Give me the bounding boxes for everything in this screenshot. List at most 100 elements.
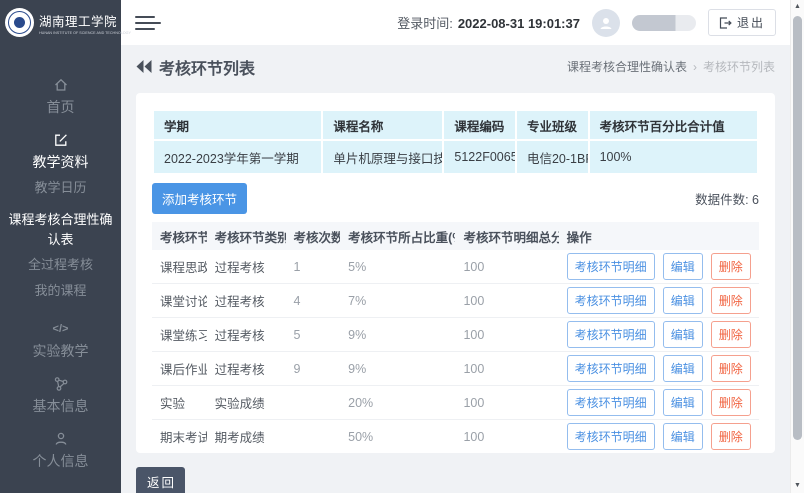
sidebar-item-label: 个人信息 [0, 451, 121, 471]
cell-count [286, 420, 341, 454]
sidebar-item-personal-info[interactable]: 个人信息 [0, 431, 121, 471]
cell-total: 100 [455, 420, 558, 454]
home-icon [0, 77, 121, 93]
cell-category: 过程考核 [207, 318, 286, 352]
delete-button[interactable]: 删除 [711, 423, 751, 450]
hamburger-menu-icon[interactable] [135, 8, 161, 38]
delete-button[interactable]: 删除 [711, 287, 751, 314]
add-assessment-button[interactable]: 添加考核环节 [152, 183, 247, 214]
col-actions: 操作 [559, 222, 759, 250]
col-name: 考核环节 [152, 222, 207, 250]
info-header-class: 专业班级 [516, 110, 589, 140]
edit-button[interactable]: 编辑 [663, 321, 703, 348]
edit-button[interactable]: 编辑 [663, 423, 703, 450]
detail-button[interactable]: 考核环节明细 [567, 423, 655, 450]
cell-category: 过程考核 [207, 352, 286, 386]
cell-name: 课后作业 [152, 352, 207, 386]
delete-button[interactable]: 删除 [711, 253, 751, 280]
detail-button[interactable]: 考核环节明细 [567, 389, 655, 416]
screen: 湖南理工学院 HUNAN INSTITUTE OF SCIENCE AND TE… [0, 0, 804, 493]
sidebar-nav: 首页 教学资料 教学日历 课程考核合理性确认表 全过程考核 我的课程 </> 实… [0, 45, 121, 471]
cell-name: 课堂练习 [152, 318, 207, 352]
content: 考核环节列表 课程考核合理性确认表›考核环节列表 学期 课程名称 课程编码 专业… [121, 45, 790, 493]
cell-weight: 9% [340, 352, 455, 386]
cell-category: 过程考核 [207, 250, 286, 284]
info-course-code: 5122F0065 [443, 140, 516, 174]
assessment-table-header-row: 考核环节 考核环节类别 考核次数 考核环节所占比重(%) 考核环节明细总分值 操… [152, 222, 759, 250]
breadcrumb-separator: › [693, 60, 697, 74]
edit-button[interactable]: 编辑 [663, 355, 703, 382]
sidebar-item-assessment-confirmation[interactable]: 课程考核合理性确认表 [0, 210, 121, 250]
col-count: 考核次数 [286, 222, 341, 250]
info-percentage-total: 100% [589, 140, 758, 174]
university-name: 湖南理工学院 HUNAN INSTITUTE OF SCIENCE AND TE… [39, 11, 116, 35]
cell-total: 100 [455, 250, 558, 284]
sidebar-item-whole-process-assessment[interactable]: 全过程考核 [0, 255, 121, 275]
breadcrumb-parent[interactable]: 课程考核合理性确认表 [567, 60, 687, 74]
page-header: 考核环节列表 课程考核合理性确认表›考核环节列表 [121, 45, 790, 88]
detail-button[interactable]: 考核环节明细 [567, 355, 655, 382]
topbar-right: 登录时间: 2022-08-31 19:01:37 退出 [397, 9, 776, 37]
university-logo: 湖南理工学院 HUNAN INSTITUTE OF SCIENCE AND TE… [0, 0, 121, 45]
cell-weight: 9% [340, 318, 455, 352]
edit-icon [0, 132, 121, 148]
cell-category: 过程考核 [207, 284, 286, 318]
table-row: 实验 实验成绩 20% 100 考核环节明细 编辑 删除 [152, 386, 759, 420]
table-row: 课后作业 过程考核 9 9% 100 考核环节明细 编辑 删除 [152, 352, 759, 386]
sidebar-item-home[interactable]: 首页 [0, 77, 121, 117]
info-semester: 2022-2023学年第一学期 [153, 140, 322, 174]
sidebar-item-teaching-calendar[interactable]: 教学日历 [0, 178, 121, 198]
cell-name: 课程思政 [152, 250, 207, 284]
assessment-table: 考核环节 考核环节类别 考核次数 考核环节所占比重(%) 考核环节明细总分值 操… [152, 222, 759, 453]
cell-total: 100 [455, 318, 558, 352]
cell-name: 课堂讨论 [152, 284, 207, 318]
username-redacted [632, 15, 696, 31]
delete-button[interactable]: 删除 [711, 355, 751, 382]
login-time: 登录时间: 2022-08-31 19:01:37 [397, 13, 580, 32]
edit-button[interactable]: 编辑 [663, 389, 703, 416]
back-button[interactable]: 返回 [136, 467, 185, 493]
toolbar: 添加考核环节 数据件数: 6 [152, 183, 759, 214]
university-name-cn: 湖南理工学院 [39, 11, 116, 30]
main-card: 学期 课程名称 课程编码 专业班级 考核环节百分比合计值 2022-2023学年… [136, 93, 775, 453]
sidebar-item-label: 教学资料 [0, 152, 121, 172]
login-time-value: 2022-08-31 19:01:37 [458, 16, 580, 31]
cell-name: 期末考试 [152, 420, 207, 454]
course-info-row: 2022-2023学年第一学期 单片机原理与接口技术 5122F0065 电信2… [153, 140, 758, 174]
sidebar-item-label: 实验教学 [0, 341, 121, 361]
sidebar-item-my-courses[interactable]: 我的课程 [0, 281, 121, 301]
detail-button[interactable]: 考核环节明细 [567, 321, 655, 348]
cell-count: 9 [286, 352, 341, 386]
vertical-scrollbar[interactable]: ▲ ▼ [790, 0, 804, 493]
col-total: 考核环节明细总分值 [455, 222, 558, 250]
cell-count: 4 [286, 284, 341, 318]
info-header-percentage-total: 考核环节百分比合计值 [589, 110, 758, 140]
scrollbar-up-arrow-icon[interactable]: ▲ [791, 0, 804, 14]
detail-button[interactable]: 考核环节明细 [567, 253, 655, 280]
login-time-label: 登录时间: [397, 16, 453, 31]
cell-name: 实验 [152, 386, 207, 420]
cell-total: 100 [455, 352, 558, 386]
breadcrumb-current: 考核环节列表 [703, 60, 775, 74]
detail-button[interactable]: 考核环节明细 [567, 287, 655, 314]
logout-button[interactable]: 退出 [708, 9, 776, 36]
delete-button[interactable]: 删除 [711, 389, 751, 416]
logout-icon [719, 17, 732, 29]
table-row: 期末考试 期考成绩 50% 100 考核环节明细 编辑 删除 [152, 420, 759, 454]
cell-count: 5 [286, 318, 341, 352]
sidebar-item-experimental-teaching[interactable]: </> 实验教学 [0, 321, 121, 361]
info-course-name: 单片机原理与接口技术 [322, 140, 443, 174]
edit-button[interactable]: 编辑 [663, 253, 703, 280]
delete-button[interactable]: 删除 [711, 321, 751, 348]
double-back-arrow-icon[interactable] [136, 60, 152, 73]
sidebar-item-basic-info[interactable]: 基本信息 [0, 376, 121, 416]
info-class: 电信20-1BF [516, 140, 589, 174]
scrollbar-down-arrow-icon[interactable]: ▼ [791, 479, 804, 493]
edit-button[interactable]: 编辑 [663, 287, 703, 314]
cell-weight: 5% [340, 250, 455, 284]
sidebar-item-teaching-materials[interactable]: 教学资料 [0, 132, 121, 172]
avatar[interactable] [592, 9, 620, 37]
scrollbar-thumb[interactable] [793, 16, 802, 440]
data-count: 数据件数: 6 [695, 189, 759, 208]
topbar: 登录时间: 2022-08-31 19:01:37 退出 [121, 0, 790, 45]
